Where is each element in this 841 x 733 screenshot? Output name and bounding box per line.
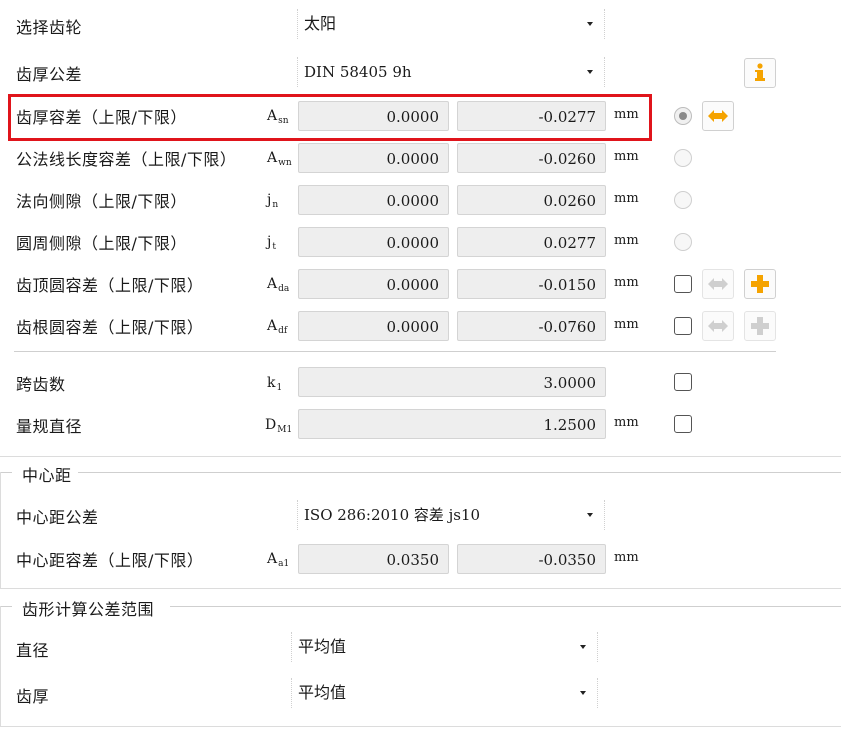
chevron-down-icon [587,513,593,517]
gear-select-label: 选择齿轮 [16,18,83,37]
tolerance-row-symbol: jn [267,192,279,210]
gear-select-value: 太阳 [304,14,337,33]
lower-limit-input[interactable]: 0.0260 [457,185,606,215]
group-separator [0,588,841,589]
span-teeth-checkbox[interactable] [674,373,692,391]
tooth-thickness-tol-label: 齿厚公差 [16,65,83,84]
ball-diameter-symbol: DM1 [265,417,293,435]
swap-arrows-icon [708,320,728,332]
upper-limit-input[interactable]: 0.0000 [298,269,449,299]
add-button-disabled[interactable] [744,311,776,341]
radio-tooth-thickness[interactable] [674,107,692,125]
group-frame-line [170,606,841,607]
radio-circular-backlash[interactable] [674,233,692,251]
tolerance-row-symbol: Adf [267,318,288,336]
lower-limit-input[interactable]: -0.0150 [457,269,606,299]
lower-limit-input[interactable]: -0.0260 [457,143,606,173]
root-diameter-checkbox[interactable] [674,317,692,335]
group-frame-line [0,472,12,473]
lower-limit-input[interactable]: -0.0760 [457,311,606,341]
group-frame-line [78,472,841,473]
tolerance-row-label: 法向侧隙（上限/下限） [16,192,187,211]
tolerance-row-symbol: jt [267,234,276,252]
tolerance-row-symbol: Awn [267,150,292,168]
swap-arrows-icon [708,110,728,122]
group-separator [0,726,841,727]
chevron-down-icon [587,70,593,74]
tolerance-row-label: 齿根圆容差（上限/下限） [16,318,204,337]
ball-diameter-label: 量规直径 [16,417,83,436]
ball-diameter-checkbox[interactable] [674,415,692,433]
tolerance-row-label: 齿顶圆容差（上限/下限） [16,276,204,295]
upper-limit-input[interactable]: 0.0000 [298,227,449,257]
tip-diameter-checkbox[interactable] [674,275,692,293]
group-frame-line [0,606,12,607]
span-teeth-symbol: k1 [267,375,283,393]
center-distance-range-label: 中心距容差（上限/下限） [16,551,204,570]
swap-button-disabled[interactable] [702,269,734,299]
center-distance-tol-dropdown[interactable]: ISO 286:2010 容差 js10 [297,500,605,530]
unit-label: mm [614,191,639,206]
chevron-down-icon [580,691,586,695]
center-lower-input[interactable]: -0.0350 [457,544,606,574]
group-separator [0,456,841,457]
unit-label: mm [614,233,639,248]
tooth-form-group-title: 齿形计算公差范围 [22,600,155,619]
swap-button[interactable] [702,101,734,131]
divider [14,351,776,352]
lower-limit-input[interactable]: 0.0277 [457,227,606,257]
unit-label: mm [614,317,639,332]
thickness-dropdown[interactable]: 平均值 [291,678,598,708]
diameter-dropdown[interactable]: 平均值 [291,632,598,662]
center-distance-symbol: Aa1 [267,551,290,569]
swap-arrows-icon [708,278,728,290]
tolerance-row-symbol: Ada [267,276,290,294]
tolerance-row-label: 圆周侧隙（上限/下限） [16,234,187,253]
group-frame-line [0,606,1,726]
center-upper-input[interactable]: 0.0350 [298,544,449,574]
center-distance-tol-label: 中心距公差 [16,508,99,527]
highlight-box [8,94,652,141]
plus-icon [751,317,769,335]
span-teeth-label: 跨齿数 [16,375,66,394]
unit-label: mm [614,550,639,565]
diameter-value: 平均值 [298,637,347,656]
tolerance-row-label: 公法线长度容差（上限/下限） [16,150,237,169]
gear-select-dropdown[interactable]: 太阳 [297,9,605,39]
chevron-down-icon [580,645,586,649]
unit-label: mm [614,415,639,430]
swap-button-disabled[interactable] [702,311,734,341]
thickness-label: 齿厚 [16,687,50,706]
add-button[interactable] [744,269,776,299]
radio-normal-backlash[interactable] [674,191,692,209]
unit-label: mm [614,275,639,290]
plus-icon [751,275,769,293]
upper-limit-input[interactable]: 0.0000 [298,185,449,215]
center-distance-group-title: 中心距 [22,466,72,485]
tooth-thickness-tol-value: DIN 58405 9h [304,63,412,81]
unit-label: mm [614,149,639,164]
chevron-down-icon [587,22,593,26]
upper-limit-input[interactable]: 0.0000 [298,311,449,341]
radio-base-tangent[interactable] [674,149,692,167]
span-teeth-input[interactable]: 3.0000 [298,367,606,397]
upper-limit-input[interactable]: 0.0000 [298,143,449,173]
ball-diameter-input[interactable]: 1.2500 [298,409,606,439]
info-icon [755,63,765,81]
group-frame-line [0,472,1,589]
tooth-thickness-tol-dropdown[interactable]: DIN 58405 9h [297,57,605,87]
info-button[interactable] [744,58,776,88]
diameter-label: 直径 [16,641,50,660]
thickness-value: 平均值 [298,683,347,702]
center-distance-tol-value: ISO 286:2010 容差 js10 [304,506,481,524]
